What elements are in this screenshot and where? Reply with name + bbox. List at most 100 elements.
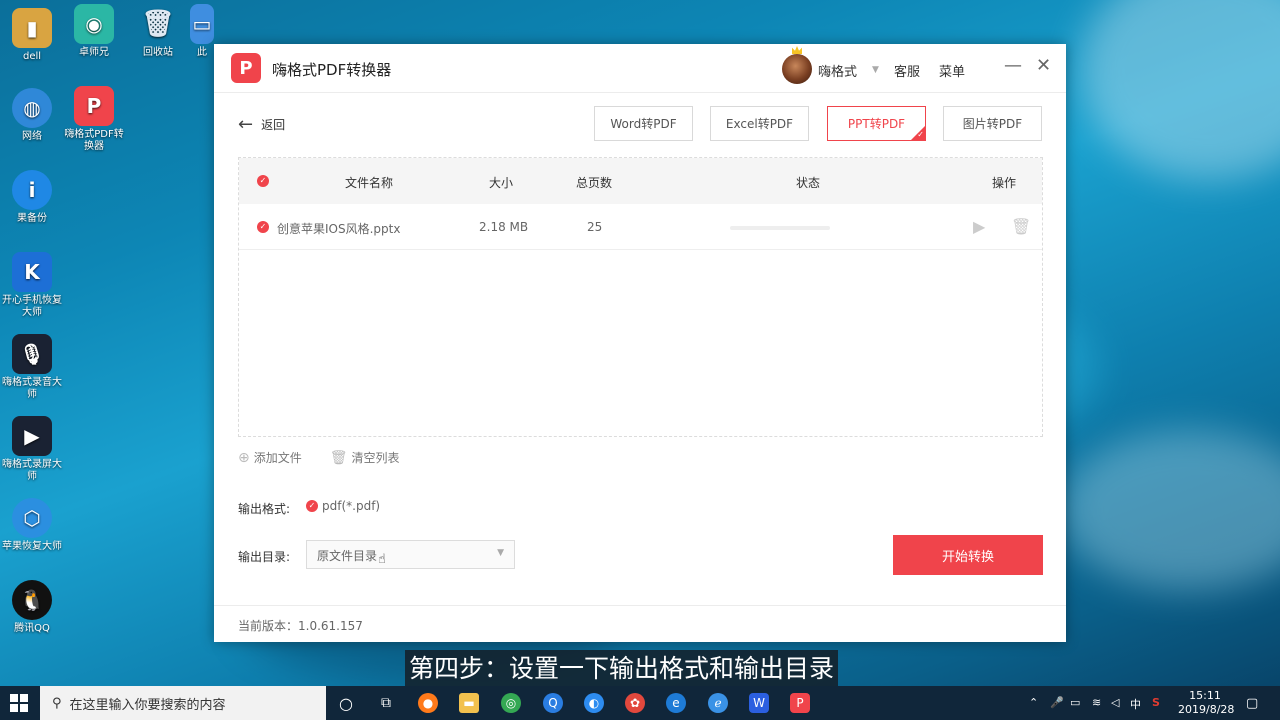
row-checkbox[interactable]: ✓ (257, 221, 269, 233)
select-all-checkbox[interactable]: ✓ (257, 175, 269, 187)
notification-icon[interactable]: ▢ (1246, 696, 1258, 711)
desktop-icon-recycle-bin[interactable]: 🗑 回收站 (126, 4, 190, 59)
menu-link[interactable]: 菜单 (939, 61, 965, 80)
play-icon[interactable]: ▶ (973, 217, 985, 236)
zhuoshixiong-app-icon: ◉ (74, 4, 114, 44)
header-pages: 总页数 (576, 176, 613, 190)
output-format-label: 输出格式: (238, 502, 291, 516)
task-view-icon[interactable]: ⧉ (376, 693, 396, 713)
desktop-icon-label: 果备份 (17, 213, 47, 224)
volume-icon[interactable]: ◁ (1111, 696, 1119, 709)
desktop-icon-label: 开心手机恢复大师 (2, 295, 62, 318)
hand-cursor-icon: ☝ (378, 552, 386, 567)
desktop-icon-label: 嗨格式PDF转换器 (64, 129, 124, 152)
desktop-icon-pdf-converter[interactable]: P 嗨格式PDF转换器 (62, 86, 126, 153)
desktop-icon-screen-recorder[interactable]: ▶ 嗨格式录屏大师 (0, 416, 64, 483)
chrome-icon[interactable]: ◎ (501, 693, 521, 713)
ie-icon[interactable]: ℯ (708, 693, 728, 713)
back-button[interactable]: ← 返回 (238, 114, 285, 135)
list-actions: ⊕ 添加文件 🗑 清空列表 (238, 449, 400, 466)
battery-icon[interactable]: ▭ (1070, 696, 1080, 709)
tab-label: Excel转PDF (725, 117, 794, 131)
clear-list-button[interactable]: 🗑 清空列表 (330, 449, 400, 466)
customer-service-link[interactable]: 客服 (894, 61, 920, 80)
desktop-icon-network[interactable]: ◍ 网络 (0, 88, 64, 143)
date: 2019/8/28 (1178, 703, 1235, 716)
sogou-ime-icon[interactable]: S (1152, 696, 1160, 709)
wps-icon[interactable]: W (749, 693, 769, 713)
search-placeholder: 在这里输入你要搜索的内容 (69, 697, 226, 713)
output-dir-label: 输出目录: (238, 550, 291, 564)
arrow-left-icon: ← (238, 114, 254, 135)
header-file-name: 文件名称 (345, 176, 394, 190)
desktop-icon-backup[interactable]: i 果备份 (0, 170, 64, 225)
tab-image-to-pdf[interactable]: 图片转PDF (943, 106, 1042, 141)
desktop-icon-qq[interactable]: 🐧 腾讯QQ (0, 580, 64, 635)
file-size: 2.18 MB (479, 220, 529, 234)
desktop-icon-label: 嗨格式录屏大师 (2, 459, 62, 482)
plus-circle-icon: ⊕ (238, 450, 250, 466)
tab-excel-to-pdf[interactable]: Excel转PDF (710, 106, 809, 141)
tab-label: PPT转PDF (847, 117, 906, 131)
output-dir-select[interactable]: 原文件目录 ▼ (306, 540, 515, 569)
windows-start-icon[interactable] (10, 694, 28, 712)
taskbar-clock[interactable]: 15:11 2019/8/28 (1178, 689, 1235, 717)
desktop-icon-label: 网络 (22, 131, 42, 142)
desktop-icon-dell[interactable]: ▮ dell (0, 8, 64, 63)
back-label: 返回 (261, 118, 286, 132)
tab-label: Word转PDF (610, 117, 677, 131)
file-explorer-icon[interactable]: ▬ (459, 693, 479, 713)
phone-recovery-app-icon: K (12, 252, 52, 292)
desktop-icon-label: 嗨格式录音大师 (2, 377, 62, 400)
desktop-icon-label: dell (22, 51, 42, 62)
taskbar: ⚲ 在这里输入你要搜索的内容 ○ ⧉ ● ▬ ◎ Q ◐ ✿ e ℯ W P ⌃… (0, 686, 1280, 720)
trash-icon[interactable]: 🗑 (1011, 217, 1031, 236)
app-title: 嗨格式PDF转换器 (272, 61, 392, 79)
conversion-progress-bar (730, 226, 830, 230)
trash-icon: 🗑 (329, 450, 348, 466)
table-row[interactable]: ✓ 创意苹果IOS风格.pptx 2.18 MB 25 ▶ 🗑 (239, 204, 1042, 250)
desktop-icon-phone-recovery[interactable]: K 开心手机恢复大师 (0, 252, 64, 319)
microphone-app-icon: 🎙 (12, 334, 52, 374)
version-text: 当前版本：1.0.61.157 (238, 619, 363, 633)
tray-expand-icon[interactable]: ⌃ (1029, 696, 1038, 709)
caret-down-icon[interactable]: ▼ (872, 65, 879, 75)
firefox-icon[interactable]: ● (418, 693, 438, 713)
tab-word-to-pdf[interactable]: Word转PDF (594, 106, 693, 141)
color-app-icon[interactable]: ✿ (625, 693, 645, 713)
taskbar-search-box[interactable]: ⚲ 在这里输入你要搜索的内容 (40, 686, 326, 720)
output-dir-value: 原文件目录 (317, 549, 378, 563)
browser-q-icon[interactable]: Q (543, 693, 563, 713)
desktop-icon-audio-recorder[interactable]: 🎙 嗨格式录音大师 (0, 334, 64, 401)
cube-recovery-app-icon: ⬡ (12, 498, 52, 538)
check-circle-icon: ✓ (306, 500, 318, 512)
folder-user-icon: ▮ (12, 8, 52, 48)
edge-icon[interactable]: e (666, 693, 686, 713)
microphone-icon[interactable]: 🎤 (1050, 696, 1064, 709)
user-avatar[interactable] (782, 54, 812, 84)
check-icon: ✓ (917, 130, 924, 139)
wifi-icon[interactable]: ≋ (1092, 696, 1101, 709)
desktop-icon-apple-recovery[interactable]: ⬡ 苹果恢复大师 (0, 498, 64, 553)
user-name[interactable]: 嗨格式 (818, 61, 857, 80)
computer-icon: ▭ (190, 4, 214, 44)
pdf-converter-window: P 嗨格式PDF转换器 嗨格式 ▼ 客服 菜单 — ✕ ← 返回 Word转PD… (214, 44, 1066, 642)
desktop-icon-this-pc[interactable]: ▭ 此 (190, 4, 214, 59)
time: 15:11 (1189, 689, 1221, 702)
app-sync-icon[interactable]: ◐ (584, 693, 604, 713)
start-convert-button[interactable]: 开始转换 (893, 535, 1043, 575)
close-button[interactable]: ✕ (1036, 56, 1051, 76)
output-format-option[interactable]: ✓ pdf(*.pdf) (306, 499, 380, 513)
minimize-button[interactable]: — (1004, 56, 1022, 76)
add-file-button[interactable]: ⊕ 添加文件 (238, 449, 302, 466)
info-backup-icon: i (12, 170, 52, 210)
ime-indicator[interactable]: 中 (1130, 696, 1141, 712)
chevron-down-icon: ▼ (497, 548, 504, 558)
desktop-icon-label: 回收站 (143, 47, 173, 58)
crown-icon (792, 46, 802, 54)
tab-ppt-to-pdf[interactable]: PPT转PDF ✓ (827, 106, 926, 141)
version-footer: 当前版本：1.0.61.157 (214, 605, 1066, 642)
desktop-icon-zhuoshixiong[interactable]: ◉ 卓师兄 (62, 4, 126, 59)
cortana-icon[interactable]: ○ (336, 693, 356, 713)
pdf-converter-taskbar-icon[interactable]: P (790, 693, 810, 713)
